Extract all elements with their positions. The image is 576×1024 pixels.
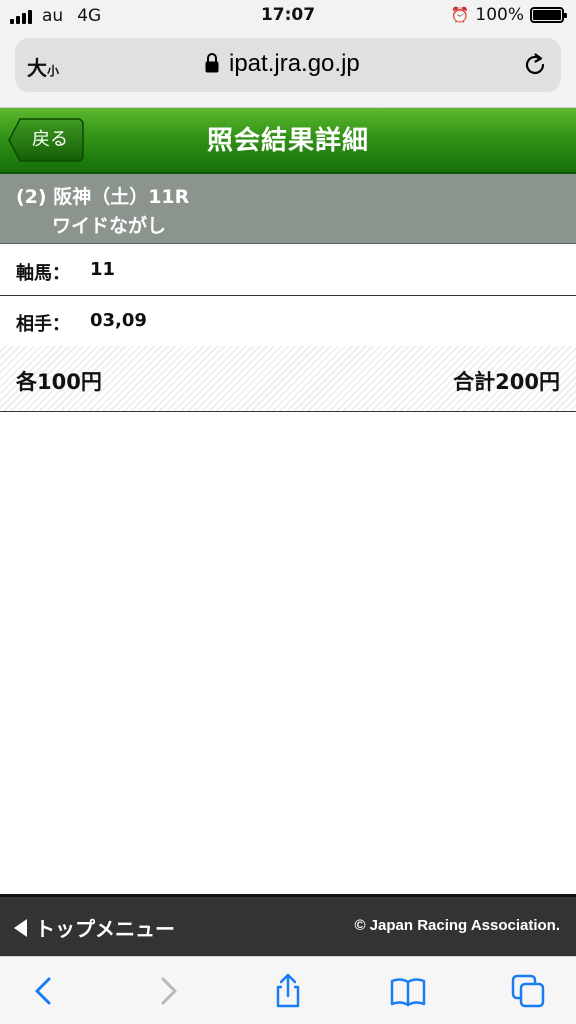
partner-label: 相手：	[16, 314, 70, 335]
status-bar: au 4G 17:07 ⏰ 100%	[0, 0, 576, 32]
amount-each: 各100円	[16, 370, 102, 394]
battery-percent: 100%	[475, 5, 524, 25]
lock-icon	[205, 53, 219, 73]
back-button-label: 戻る	[32, 129, 68, 150]
url-text[interactable]: ipat.jra.go.jp	[229, 50, 360, 78]
copyright-text: © Japan Racing Association.	[354, 917, 560, 934]
back-arrow-icon[interactable]	[26, 973, 62, 1009]
address-bar[interactable]: 大小 ipat.jra.go.jp	[15, 38, 561, 92]
axis-horse-row: 軸馬： 11	[0, 245, 576, 296]
bookmarks-icon[interactable]	[390, 973, 426, 1009]
reload-icon[interactable]	[521, 51, 549, 79]
amount-total: 合計200円	[453, 370, 560, 394]
back-button[interactable]: 戻る	[8, 118, 84, 162]
text-size-small: 小	[47, 64, 60, 78]
axis-horse-value: 11	[90, 259, 116, 280]
top-menu-label: トップメニュー	[35, 917, 175, 941]
partner-row: 相手： 03,09	[0, 296, 576, 347]
browser-address-area: 大小 ipat.jra.go.jp	[0, 32, 576, 108]
race-info: (2) 阪神（土）11R ワイドながし	[0, 174, 576, 244]
alarm-icon: ⏰	[450, 6, 470, 24]
top-menu-link[interactable]: トップメニュー	[14, 913, 175, 942]
share-icon[interactable]	[270, 973, 306, 1009]
amount-row: 各100円 合計200円	[0, 346, 576, 412]
bet-type: ワイドながし	[52, 215, 167, 237]
axis-horse-label: 軸馬：	[16, 263, 70, 284]
tabs-icon[interactable]	[510, 973, 546, 1009]
forward-arrow-icon[interactable]	[150, 973, 186, 1009]
page-title: 照会結果詳細	[206, 126, 369, 156]
partner-value: 03,09	[90, 310, 147, 331]
battery-icon	[530, 7, 567, 23]
page-header: 照会結果詳細 戻る	[0, 108, 576, 174]
triangle-left-icon	[14, 918, 27, 937]
footer-bar: トップメニュー © Japan Racing Association.	[0, 894, 576, 956]
race-title: (2) 阪神（土）11R	[16, 186, 190, 208]
browser-toolbar	[0, 956, 576, 1024]
text-size-button[interactable]: 大小	[27, 52, 59, 81]
text-size-big: 大	[27, 56, 47, 80]
status-right: ⏰ 100%	[450, 5, 567, 25]
